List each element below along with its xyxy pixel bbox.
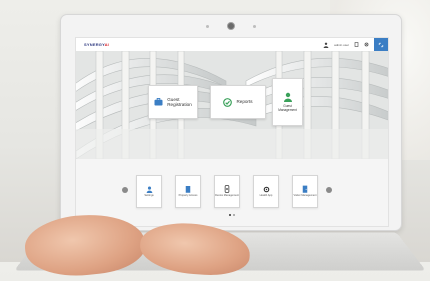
gear-icon [263, 186, 269, 192]
app-screen: SYNERGYAI admin user Guest Registration … [75, 37, 389, 227]
user-icon[interactable] [323, 42, 329, 48]
camera-bar [61, 15, 401, 37]
tile-label-line: Registration [167, 102, 192, 107]
carousel-indicator [76, 214, 388, 216]
tile-label: Property Access [178, 194, 198, 198]
bottom-tile-property-access[interactable]: Property Access [175, 175, 201, 208]
hero-tile-guest-registration[interactable]: Guest Registration [148, 85, 198, 119]
tile-label: Visitor Management [293, 194, 317, 198]
app-logo[interactable]: SYNERGYAI [84, 42, 109, 47]
tile-label: Guest Management [278, 104, 297, 112]
carousel-prev-button[interactable] [122, 187, 128, 193]
carousel-dot[interactable] [229, 214, 231, 216]
briefcase-icon [154, 98, 163, 106]
bottom-tiles-area: Settings Property Access Device Manageme… [76, 159, 388, 226]
device-icon [224, 185, 230, 193]
door-icon [302, 185, 308, 193]
tile-label: Settings [144, 193, 154, 197]
logo-accent: AI [104, 42, 109, 47]
gear-icon[interactable] [364, 42, 369, 47]
tile-label: Reports [236, 99, 253, 105]
building-icon [185, 186, 191, 193]
document-icon[interactable] [354, 42, 359, 47]
bottom-tile-device-management[interactable]: Device Management [214, 175, 240, 208]
sensor-dot [253, 24, 256, 28]
hero-tile-reports[interactable]: Reports [210, 85, 266, 119]
expand-icon [378, 42, 384, 47]
laptop-frame: SYNERGYAI admin user Guest Registration … [60, 14, 402, 231]
hero-tile-guest-management[interactable]: Guest Management [272, 78, 303, 126]
tile-label: Health App [259, 193, 273, 197]
sensor-dot [206, 24, 209, 28]
person-icon [146, 186, 152, 193]
carousel-dot[interactable] [233, 214, 235, 216]
logo-text: SYNERGY [84, 42, 105, 47]
person-icon [283, 92, 292, 102]
hero-banner: Guest Registration Reports Guest Managem… [76, 51, 388, 159]
tile-label-line: Management [278, 107, 297, 112]
webcam [227, 22, 235, 30]
check-circle-icon [223, 97, 233, 107]
carousel-next-button[interactable] [326, 187, 332, 193]
bottom-tile-health-app[interactable]: Health App [253, 175, 279, 208]
top-bar: SYNERGYAI admin user [76, 38, 388, 52]
bottom-tile-visitor-management[interactable]: Visitor Management [292, 175, 318, 208]
tile-label: Device Management [215, 194, 239, 198]
fullscreen-button[interactable] [374, 38, 388, 51]
top-right-controls: admin user [323, 38, 388, 51]
user-name[interactable]: admin user [334, 43, 349, 47]
bottom-tile-settings[interactable]: Settings [136, 175, 162, 208]
tile-label: Guest Registration [167, 97, 192, 108]
